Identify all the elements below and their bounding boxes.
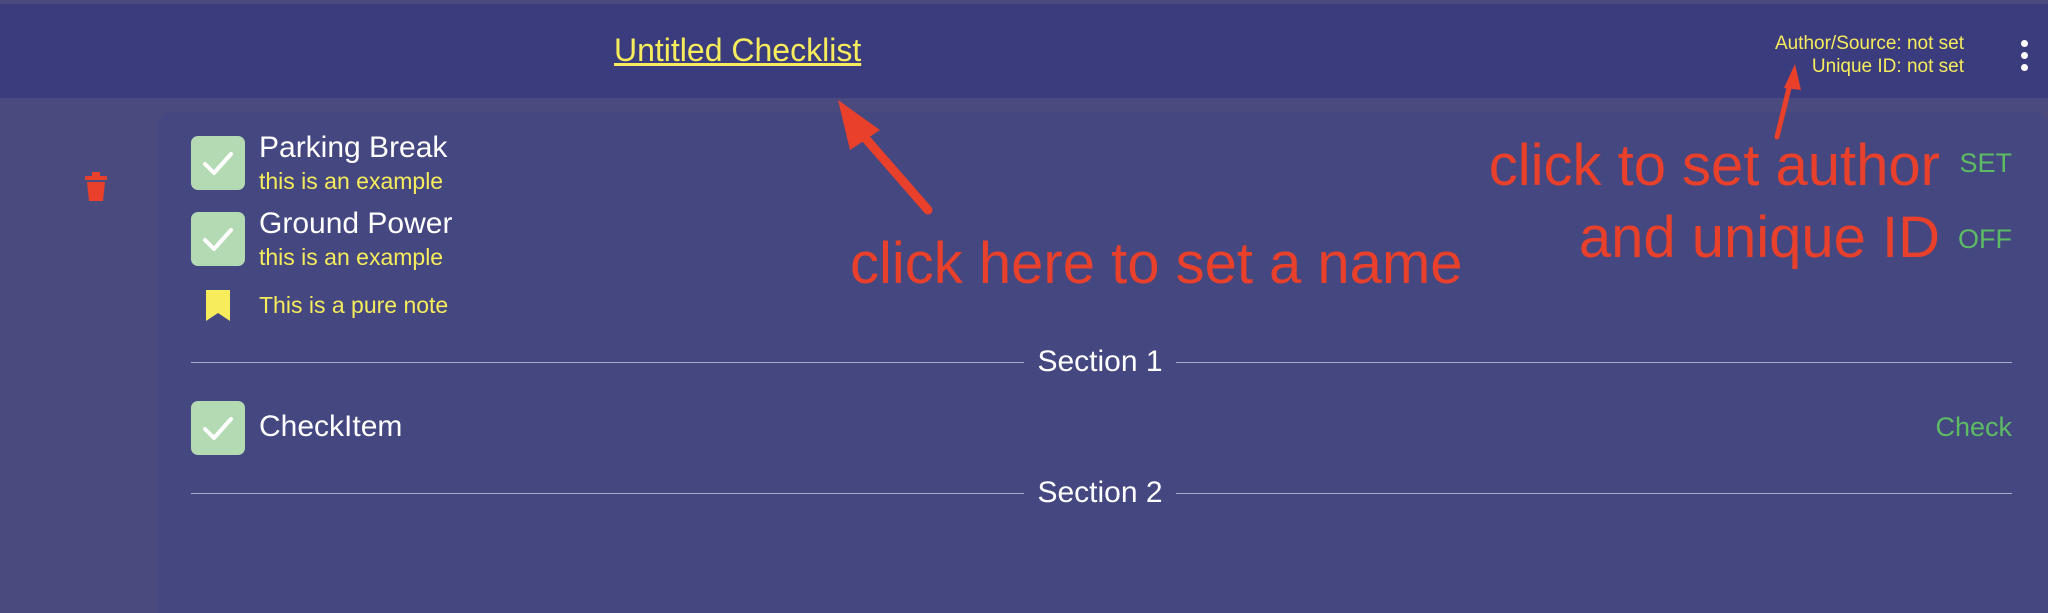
- checklist-title[interactable]: Untitled Checklist: [614, 32, 861, 69]
- bookmark-icon: [204, 290, 232, 327]
- unique-id-text: Unique ID: not set: [1811, 56, 1964, 77]
- trash-icon[interactable]: [84, 172, 108, 202]
- section-header[interactable]: Section 2: [1024, 476, 1176, 510]
- checkbox-checked-icon[interactable]: [191, 401, 245, 455]
- section-header[interactable]: Section 1: [1024, 345, 1176, 379]
- item-title[interactable]: CheckItem: [259, 410, 402, 444]
- item-action-button[interactable]: Check: [1935, 412, 2012, 443]
- note-text[interactable]: This is a pure note: [259, 292, 448, 319]
- item-action-button[interactable]: OFF: [1958, 224, 2012, 255]
- author-source-text: Author/Source: not set: [1774, 33, 1964, 54]
- checklist-editor: Untitled Checklist Author/Source: not se…: [0, 0, 2048, 613]
- annotation-name-hint: click here to set a name: [850, 231, 1463, 296]
- checkbox-checked-icon[interactable]: [191, 136, 245, 190]
- annotation-author-hint: click to set author and unique ID: [1489, 130, 1940, 274]
- author-id-info[interactable]: Author/Source: not set Unique ID: not se…: [1775, 32, 1964, 78]
- checkbox-checked-icon[interactable]: [191, 212, 245, 266]
- more-vert-icon[interactable]: [2012, 38, 2036, 72]
- item-title[interactable]: Ground Power: [259, 207, 452, 241]
- annotation-author-line-1: click to set author: [1488, 133, 1940, 198]
- item-action-button[interactable]: SET: [1959, 148, 2012, 179]
- item-title[interactable]: Parking Break: [259, 131, 447, 165]
- item-subtitle: this is an example: [259, 244, 444, 270]
- top-bar: Untitled Checklist Author/Source: not se…: [0, 4, 2048, 98]
- item-subtitle: this is an example: [259, 168, 444, 194]
- annotation-author-line-2: and unique ID: [1578, 205, 1940, 270]
